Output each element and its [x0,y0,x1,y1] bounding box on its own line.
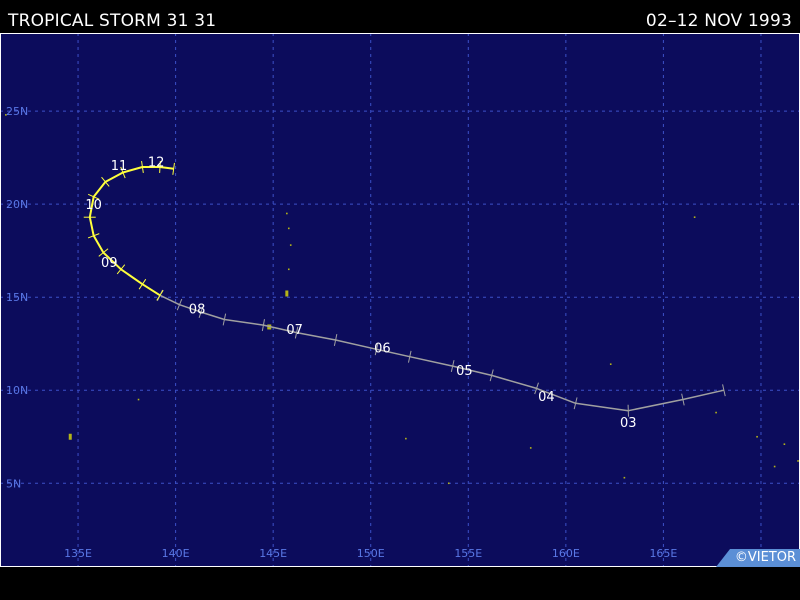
island-mili [797,460,799,462]
lon-label: 160E [552,547,580,560]
day-label: 09 [101,256,118,271]
island-wake [693,216,696,219]
island-atoll-b [773,465,776,468]
lat-label: 15N [6,291,28,304]
day-label: 10 [85,198,102,213]
ocean [0,33,800,567]
bottom-bar [0,567,800,600]
day-label: 06 [374,341,391,356]
map-area: 25N 20N 15N 10N 5N 135E 140E 145E 150E 155E 160E 16… [0,33,800,567]
day-label: 12 [148,155,165,170]
island-kwajalein [715,411,717,414]
island-kosrae [623,476,626,479]
lon-label: 135E [64,547,92,560]
island-saipan [285,290,289,297]
island-palau [68,433,72,440]
day-label: 03 [620,416,637,431]
lat-label: 10N [6,384,28,397]
lat-label: 20N [6,198,28,211]
island-enewetak [609,363,612,365]
island-northern-marianas-3 [287,227,290,230]
credit-text: ©VIETOR [734,550,796,565]
island-chuuk [405,437,407,440]
island-northern-marianas-2 [289,244,292,246]
lat-label: 5N [6,477,21,490]
island-northern-marianas-1 [287,268,290,271]
credit-badge: ©VIETOR [716,549,800,567]
lon-label: 145E [259,547,287,560]
island-northern-marianas-4 [286,212,288,215]
lon-label: 150E [357,547,385,560]
island-yap [137,398,140,401]
storm-title: TROPICAL STORM 31 31 [8,11,217,31]
island-pohnpei [529,447,532,449]
date-range: 02–12 NOV 1993 [645,11,792,31]
island-majuro [783,443,786,445]
lon-label: 155E [454,547,482,560]
lat-label: 25N [6,105,28,118]
island-nukuoro [447,482,450,485]
day-label: 05 [456,364,473,379]
lon-label: 165E [649,547,677,560]
day-label: 04 [538,390,555,405]
day-label: 08 [189,302,206,317]
day-label: 07 [286,323,303,338]
storm-track-map: 25N 20N 15N 10N 5N 135E 140E 145E 150E 155E 160E 16… [0,33,800,567]
title-bar: TROPICAL STORM 31 31 02–12 NOV 1993 [0,0,800,33]
island-atoll-a [756,435,758,438]
day-label: 11 [111,159,128,174]
lon-label: 140E [162,547,190,560]
